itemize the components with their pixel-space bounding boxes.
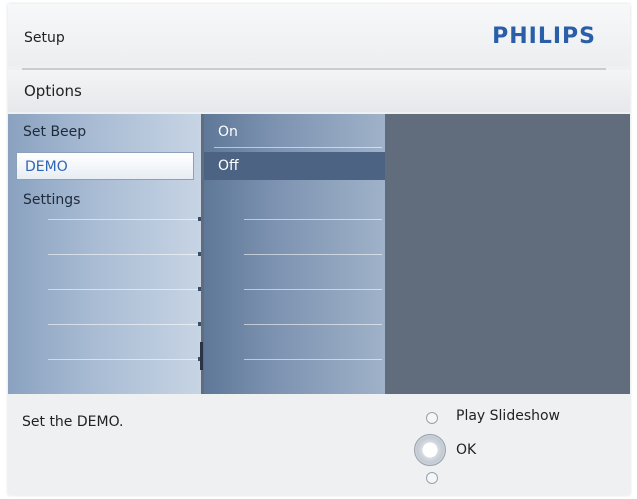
menu-item-settings[interactable]: Settings [8,186,201,214]
row-tick [198,217,201,221]
brand-logo: PHILIPS [492,24,596,49]
menu-item-set-beep[interactable]: Set Beep [8,118,201,146]
ok-dial-icon[interactable] [414,434,446,466]
play-slideshow-label[interactable]: Play Slideshow [456,408,560,424]
menu-panel: Set Beep DEMO Settings On Off [8,114,630,394]
menu-scrollbar[interactable] [200,342,203,370]
menu-item-label: Settings [23,192,81,208]
menu-column: Set Beep DEMO Settings [8,114,201,394]
submenu-item-off[interactable]: Off [204,152,385,180]
submenu-column: On Off [204,114,385,394]
breadcrumb: Options [8,70,630,112]
menu-row-divider [48,359,198,360]
menu-row-divider [48,254,198,255]
menu-item-demo[interactable]: DEMO [16,152,194,180]
submenu-row-divider [244,359,382,360]
submenu-row-divider [244,219,382,220]
row-tick [198,287,201,291]
header-bar: Setup PHILIPS [8,4,630,66]
submenu-item-on[interactable]: On [204,118,385,146]
menu-row-divider [48,219,198,220]
help-text: Set the DEMO. [22,414,124,430]
menu-item-label: Set Beep [23,124,87,140]
page-title: Setup [24,30,65,46]
menu-row-divider [48,324,198,325]
submenu-item-label: Off [218,158,239,174]
screen: Setup PHILIPS Options Set Beep DEMO Sett… [8,4,630,495]
ok-label[interactable]: OK [456,442,476,458]
breadcrumb-label: Options [24,82,82,100]
menu-item-label: DEMO [25,159,68,175]
submenu-item-label: On [218,124,238,140]
radio-small-icon[interactable] [426,412,438,424]
submenu-row-divider [244,254,382,255]
submenu-row-divider [244,289,382,290]
menu-row-divider [48,289,198,290]
row-tick [198,252,201,256]
radio-small-icon[interactable] [426,472,438,484]
footer-bar: Set the DEMO. Play Slideshow OK [8,396,630,495]
row-tick [198,322,201,326]
submenu-row-divider [214,147,382,148]
submenu-row-divider [244,324,382,325]
